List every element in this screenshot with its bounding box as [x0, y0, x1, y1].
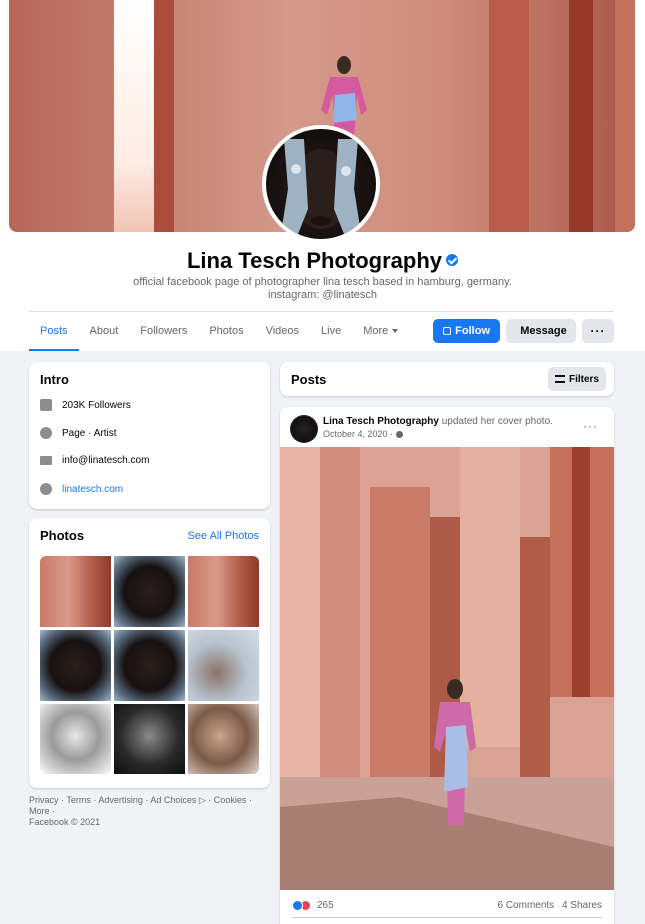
- header-divider: [29, 311, 614, 312]
- posts-title: Posts: [291, 372, 327, 387]
- bio-line: instagram: @linatesch: [268, 289, 377, 301]
- footer-copyright: Facebook © 2021: [29, 817, 101, 827]
- page-footer: Privacy · Terms · Advertising · Ad Choic…: [29, 795, 270, 828]
- info-icon: [40, 427, 52, 439]
- mail-icon: [40, 456, 52, 465]
- posts-header-card: Posts Filters: [280, 362, 614, 396]
- post-action-text: updated her cover photo.: [441, 416, 553, 427]
- tab-more-label: More: [363, 325, 389, 337]
- page-title: Lina Tesch Photography: [0, 248, 645, 274]
- photo-thumbnail[interactable]: [114, 556, 185, 627]
- photo-thumbnail[interactable]: [114, 704, 185, 774]
- intro-followers: 203K Followers: [40, 399, 131, 411]
- tab-more[interactable]: More: [352, 313, 409, 351]
- caret-down-icon: [392, 329, 399, 334]
- comments-count-link[interactable]: 6 Comments: [498, 900, 555, 911]
- intro-followers-text: 203K Followers: [62, 399, 131, 411]
- cover-wall: [615, 0, 635, 232]
- post-author-avatar[interactable]: [290, 415, 318, 443]
- message-label: Message: [520, 325, 567, 337]
- message-button[interactable]: Message: [506, 319, 576, 343]
- cover-wall: [154, 0, 174, 232]
- public-globe-icon: [396, 431, 404, 439]
- filters-button[interactable]: Filters: [548, 367, 606, 391]
- follow-icon: [443, 327, 452, 335]
- filters-label: Filters: [568, 373, 599, 385]
- globe-icon: [40, 483, 52, 495]
- intro-category-text: Page · Artist: [62, 427, 117, 439]
- page-header: Lina Tesch Photography official facebook…: [0, 0, 645, 351]
- post-timestamp[interactable]: October 4, 2020 ·: [323, 429, 404, 439]
- tab-videos[interactable]: Videos: [255, 313, 310, 351]
- more-options-button[interactable]: ···: [582, 319, 614, 343]
- cover-light-beam: [114, 0, 154, 232]
- photos-card: Photos See All Photos: [29, 518, 270, 788]
- photo-thumbnail[interactable]: [114, 630, 185, 701]
- photo-thumbnail[interactable]: [188, 630, 259, 701]
- intro-email-text[interactable]: info@linatesch.com: [62, 455, 149, 466]
- see-all-photos-link[interactable]: See All Photos: [187, 530, 259, 542]
- photo-thumbnail[interactable]: [40, 704, 111, 774]
- like-reaction-icon: [292, 900, 303, 911]
- intro-title: Intro: [40, 372, 69, 387]
- cover-wall: [569, 0, 593, 232]
- post-divider: [292, 917, 602, 918]
- intro-category: Page · Artist: [40, 427, 116, 439]
- filter-icon: [554, 375, 565, 383]
- post-header-text: Lina Tesch Photography updated her cover…: [323, 416, 553, 427]
- photo-grid: [40, 556, 259, 774]
- post-photo[interactable]: [280, 447, 614, 890]
- followers-icon: [40, 399, 52, 411]
- post-reactions[interactable]: 265: [292, 900, 334, 911]
- reactions-count: 265: [317, 900, 334, 911]
- photos-title: Photos: [40, 528, 85, 543]
- tab-live[interactable]: Live: [310, 313, 352, 351]
- tab-posts[interactable]: Posts: [29, 313, 79, 351]
- follow-label: Follow: [455, 325, 490, 337]
- post-date-text: October 4, 2020 ·: [323, 429, 394, 439]
- post-card: Lina Tesch Photography updated her cover…: [280, 407, 614, 924]
- follow-button[interactable]: Follow: [433, 319, 500, 343]
- page-actions: Follow Message ···: [433, 319, 614, 343]
- photo-thumbnail[interactable]: [40, 556, 111, 627]
- tab-followers[interactable]: Followers: [129, 313, 198, 351]
- intro-card: Intro 203K Followers Page · Artist info@…: [29, 362, 270, 509]
- photo-thumbnail[interactable]: [40, 630, 111, 701]
- photo-thumbnail[interactable]: [188, 704, 259, 774]
- page-bio: official facebook page of photographer l…: [0, 276, 645, 302]
- intro-website[interactable]: linatesch.com: [40, 483, 123, 495]
- post-stats: 6 Comments 4 Shares: [498, 900, 603, 911]
- footer-links[interactable]: Privacy · Terms · Advertising · Ad Choic…: [29, 795, 270, 817]
- intro-email[interactable]: info@linatesch.com: [40, 455, 149, 466]
- website-link[interactable]: linatesch.com: [62, 484, 123, 495]
- bio-line: official facebook page of photographer l…: [133, 276, 512, 288]
- post-options-icon[interactable]: ···: [583, 419, 598, 433]
- avatar[interactable]: [266, 129, 376, 239]
- more-dots-icon: ···: [590, 324, 606, 338]
- post-author-link[interactable]: Lina Tesch Photography: [323, 416, 439, 427]
- avatar-art: [280, 139, 362, 239]
- verified-badge-icon: [446, 254, 459, 267]
- post-photo-art: [280, 447, 614, 890]
- photo-thumbnail[interactable]: [188, 556, 259, 627]
- page-title-text: Lina Tesch Photography: [186, 248, 443, 273]
- cover-wall: [489, 0, 529, 232]
- tab-photos[interactable]: Photos: [198, 313, 254, 351]
- shares-count-link[interactable]: 4 Shares: [562, 900, 602, 911]
- page-tabs: Posts About Followers Photos Videos Live…: [29, 313, 409, 351]
- tab-about[interactable]: About: [79, 313, 130, 351]
